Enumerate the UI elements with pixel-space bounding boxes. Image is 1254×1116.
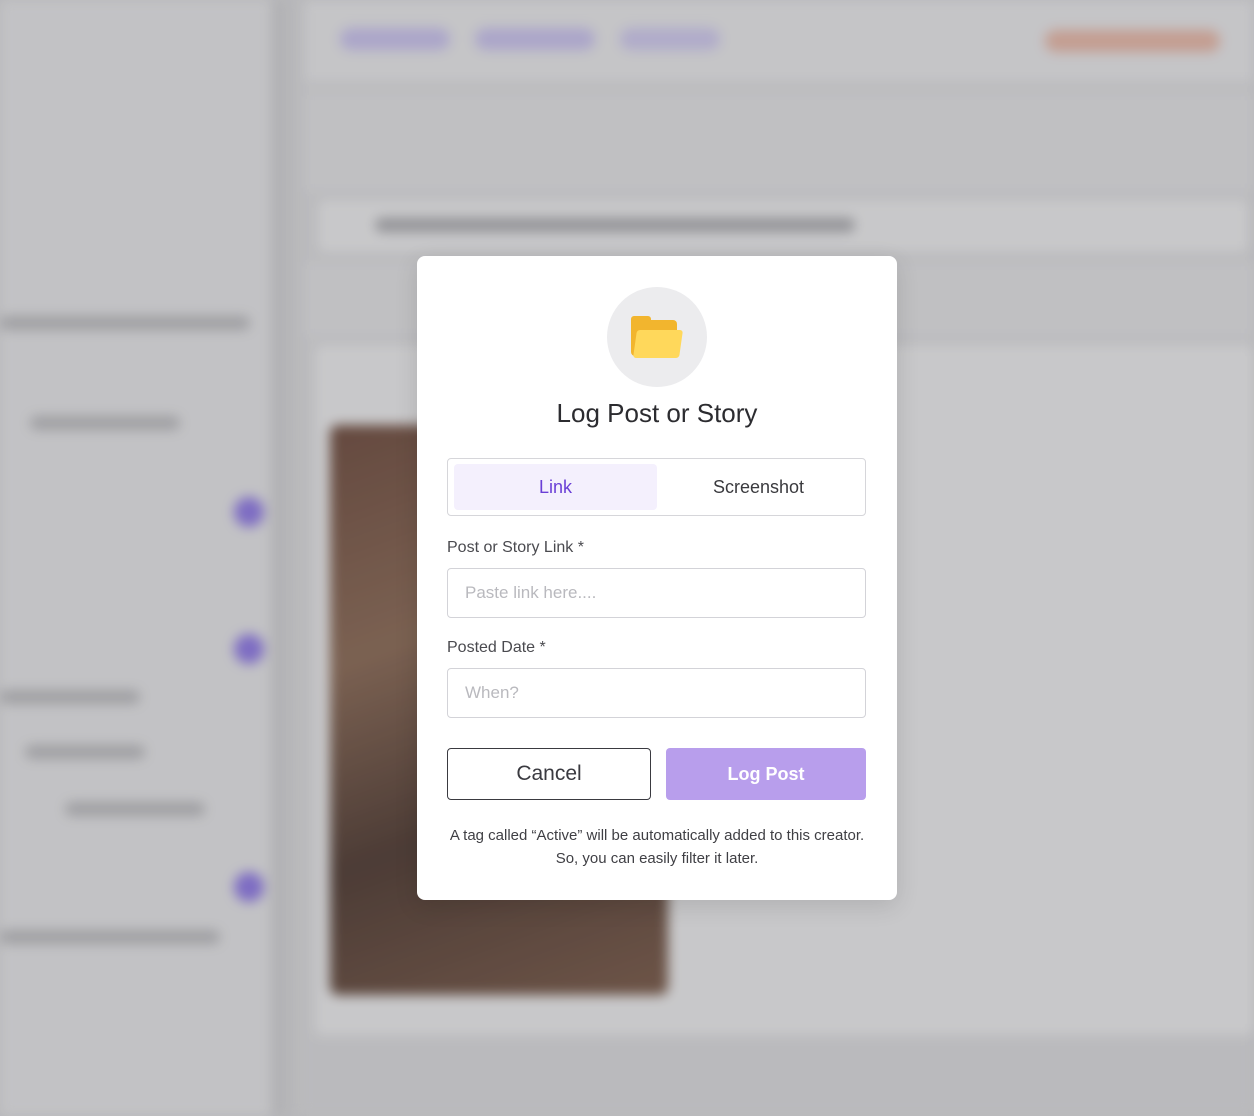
date-input[interactable] (447, 668, 866, 718)
cancel-button[interactable]: Cancel (447, 748, 651, 800)
log-post-modal: Log Post or Story Link Screenshot Post o… (417, 256, 897, 900)
mode-tabs: Link Screenshot (447, 458, 866, 516)
log-post-button[interactable]: Log Post (666, 748, 866, 800)
link-field-label: Post or Story Link * (447, 539, 584, 556)
tab-screenshot[interactable]: Screenshot (657, 464, 860, 510)
link-input[interactable] (447, 568, 866, 618)
modal-icon-badge (607, 287, 707, 387)
helper-note: A tag called “Active” will be automatica… (449, 827, 865, 867)
tab-link[interactable]: Link (454, 464, 657, 510)
modal-title: Log Post or Story (556, 398, 758, 428)
folder-icon (631, 316, 683, 358)
date-field-label: Posted Date * (447, 639, 546, 656)
